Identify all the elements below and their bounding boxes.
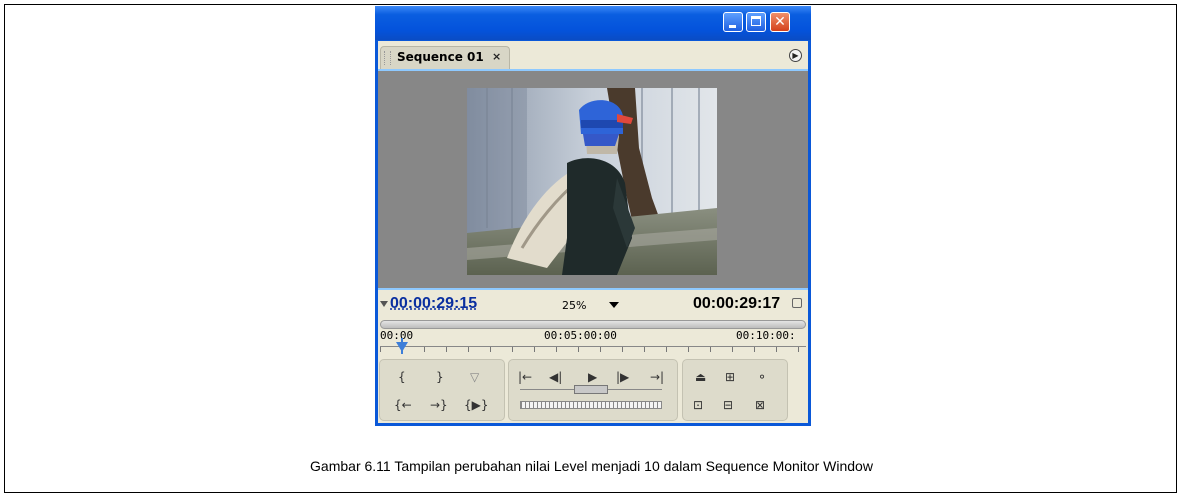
goto-out-icon[interactable]: →} <box>430 398 448 412</box>
step-to-start-icon[interactable]: |← <box>518 370 532 384</box>
play-icon[interactable]: ▶ <box>588 370 597 384</box>
ruler-label: 00:10:00: <box>736 329 796 342</box>
ruler-ticks <box>380 346 806 352</box>
tab-sequence-01[interactable]: Sequence 01 × <box>380 46 510 69</box>
close-button[interactable]: ✕ <box>770 12 790 32</box>
step-to-end-icon[interactable]: →| <box>650 370 664 384</box>
shuttle-knob[interactable] <box>574 385 608 394</box>
zoom-scrollbar[interactable] <box>380 320 806 329</box>
maximize-button[interactable] <box>746 12 766 32</box>
duration-toggle-icon[interactable] <box>792 298 802 308</box>
edit-controls: ⏏ ⊞ ⚬ ⊡ ⊟ ⊠ <box>682 359 788 421</box>
zoom-level[interactable]: 25% <box>562 299 586 312</box>
overlay-icon[interactable]: ⊟ <box>723 398 733 412</box>
marker-controls: { } ▽ {← →} {▶} <box>379 359 505 421</box>
tab-bar: Sequence 01 × ▶ <box>378 41 808 69</box>
close-icon: ✕ <box>774 14 786 30</box>
video-frame <box>467 88 717 275</box>
playhead-icon[interactable] <box>396 342 408 352</box>
step-back-icon[interactable]: ◀| <box>549 370 562 384</box>
maximize-icon <box>751 16 761 26</box>
transport-controls: { } ▽ {← →} {▶} |← ◀| ▶ |▶ →| ⏏ ⊞ ⚬ ⊡ ⊟ … <box>378 356 808 423</box>
window-titlebar[interactable]: ✕ <box>375 6 811 40</box>
output-icon[interactable]: ⚬ <box>757 370 767 384</box>
current-timecode[interactable]: 00:00:29:15 <box>390 295 477 313</box>
shuttle-slider[interactable] <box>520 385 662 396</box>
tab-grip-icon[interactable] <box>384 51 391 65</box>
multi-camera-icon[interactable]: ⊠ <box>755 398 765 412</box>
figure-caption: Gambar 6.11 Tampilan perubahan nilai Lev… <box>310 458 873 474</box>
set-marker-icon[interactable]: ▽ <box>470 370 479 384</box>
ruler-label: 00:00 <box>380 329 414 342</box>
step-forward-icon[interactable]: |▶ <box>616 370 629 384</box>
duration-timecode: 00:00:29:17 <box>693 295 781 312</box>
lift-icon[interactable]: ⏏ <box>695 370 706 384</box>
ruler-label: 00:05:00:00 <box>544 329 617 342</box>
extract-icon[interactable]: ⊞ <box>725 370 735 384</box>
timecode-menu-icon[interactable] <box>380 301 388 307</box>
play-in-to-out-icon[interactable]: {▶} <box>464 398 489 412</box>
panel-menu-icon[interactable]: ▶ <box>789 49 802 62</box>
sequence-monitor-window: ✕ Sequence 01 × ▶ 00:00:29:15 25% 00:00:… <box>375 6 811 426</box>
mark-out-icon[interactable]: } <box>436 370 444 384</box>
timecode-bar: 00:00:29:15 25% 00:00:29:17 <box>378 288 808 318</box>
time-ruler[interactable]: 00:00 00:05:00:00 00:10:00: <box>378 316 808 356</box>
goto-in-icon[interactable]: {← <box>394 398 412 412</box>
zoom-dropdown-icon[interactable] <box>609 302 619 308</box>
tab-label: Sequence 01 <box>397 50 484 64</box>
tab-close-button[interactable]: × <box>492 50 501 63</box>
program-monitor <box>378 69 808 288</box>
jog-disk[interactable] <box>520 401 662 409</box>
video-image <box>467 88 717 275</box>
trim-icon[interactable]: ⊡ <box>693 398 703 412</box>
minimize-icon <box>729 25 736 28</box>
mark-in-icon[interactable]: { <box>398 370 406 384</box>
minimize-button[interactable] <box>723 12 743 32</box>
